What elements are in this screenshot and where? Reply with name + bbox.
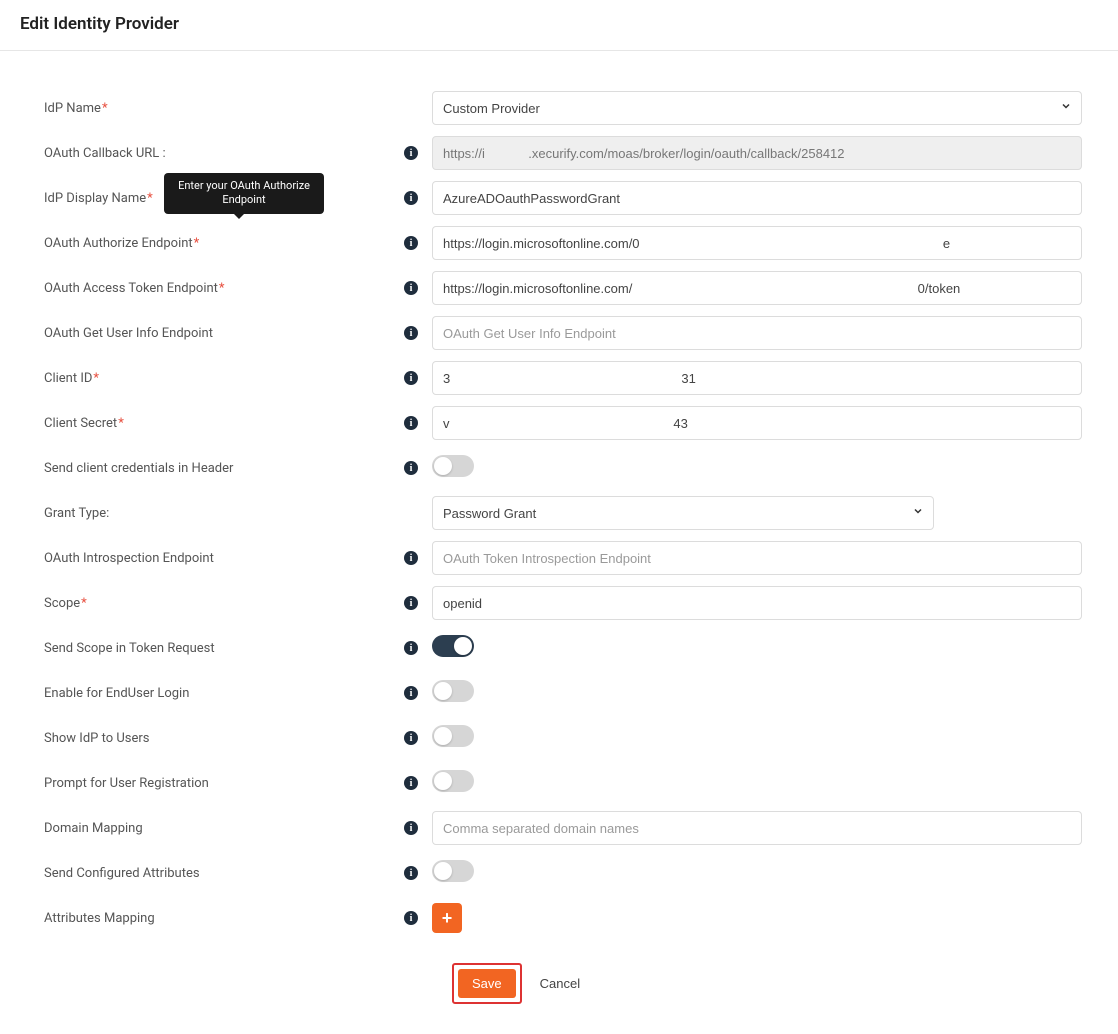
row-access-token-ep: OAuth Access Token Endpoint* i [44,271,1082,305]
required-asterisk: * [102,101,108,116]
info-icon[interactable]: i [404,326,418,340]
client-secret-input[interactable] [432,406,1082,440]
info-icon[interactable]: i [404,866,418,880]
row-scope-in-token: Send Scope in Token Request i [44,631,1082,665]
label-grant-type: Grant Type: [44,506,109,521]
form-body: IdP Name* Custom Provider OAuth Callback… [0,51,1118,1034]
required-asterisk: * [147,191,153,206]
toggle-creds-header[interactable] [432,455,474,477]
label-creds-header: Send client credentials in Header [44,461,233,476]
label-show-idp: Show IdP to Users [44,731,150,746]
access-token-ep-input[interactable] [432,271,1082,305]
row-client-secret: Client Secret* i [44,406,1082,440]
row-userinfo-ep: OAuth Get User Info Endpoint i [44,316,1082,350]
idp-name-select[interactable]: Custom Provider [432,91,1082,125]
row-client-id: Client ID* i [44,361,1082,395]
label-send-attrs: Send Configured Attributes [44,866,200,881]
label-client-id: Client ID [44,371,92,386]
info-icon[interactable]: i [404,911,418,925]
required-asterisk: * [93,371,99,386]
info-icon[interactable]: i [404,461,418,475]
row-introspection-ep: OAuth Introspection Endpoint i [44,541,1082,575]
label-display-name: IdP Display Name [44,191,146,206]
info-icon[interactable]: i [404,821,418,835]
row-attrs-mapping: Attributes Mapping i + [44,901,1082,935]
row-idp-name: IdP Name* Custom Provider [44,91,1082,125]
domain-mapping-input[interactable] [432,811,1082,845]
label-access-token-ep: OAuth Access Token Endpoint [44,281,218,296]
row-display-name: IdP Display Name* Enter your OAuth Autho… [44,181,1082,215]
row-grant-type: Grant Type: Password Grant [44,496,1082,530]
info-icon[interactable]: i [404,596,418,610]
introspection-ep-input[interactable] [432,541,1082,575]
label-attrs-mapping: Attributes Mapping [44,911,155,926]
required-asterisk: * [81,596,87,611]
info-icon[interactable]: i [404,776,418,790]
label-enduser-login: Enable for EndUser Login [44,686,189,701]
info-icon[interactable]: i [404,236,418,250]
tooltip-authorize: Enter your OAuth Authorize Endpoint [164,173,324,215]
label-prompt-reg: Prompt for User Registration [44,776,209,791]
authorize-ep-input[interactable] [432,226,1082,260]
row-show-idp: Show IdP to Users i [44,721,1082,755]
label-idp-name: IdP Name [44,101,101,116]
label-scope-in-token: Send Scope in Token Request [44,641,215,656]
row-prompt-reg: Prompt for User Registration i [44,766,1082,800]
footer-buttons: Save Cancel [44,963,1082,1004]
row-callback-url: OAuth Callback URL : i [44,136,1082,170]
toggle-scope-in-token[interactable] [432,635,474,657]
userinfo-ep-input[interactable] [432,316,1082,350]
info-icon[interactable]: i [404,551,418,565]
callback-url-input[interactable] [432,136,1082,170]
display-name-input[interactable] [432,181,1082,215]
save-highlight-box: Save [452,963,522,1004]
row-send-attrs: Send Configured Attributes i [44,856,1082,890]
row-domain-mapping: Domain Mapping i [44,811,1082,845]
info-icon[interactable]: i [404,146,418,160]
info-icon[interactable]: i [404,416,418,430]
row-enduser-login: Enable for EndUser Login i [44,676,1082,710]
info-icon[interactable]: i [404,686,418,700]
info-icon[interactable]: i [404,731,418,745]
row-scope: Scope* i [44,586,1082,620]
label-scope: Scope [44,596,80,611]
info-icon[interactable]: i [404,191,418,205]
cancel-button[interactable]: Cancel [534,975,586,992]
label-authorize-ep: OAuth Authorize Endpoint [44,236,193,251]
info-icon[interactable]: i [404,641,418,655]
required-asterisk: * [194,236,200,251]
scope-input[interactable] [432,586,1082,620]
info-icon[interactable]: i [404,371,418,385]
label-callback-url: OAuth Callback URL : [44,146,166,161]
toggle-enduser-login[interactable] [432,680,474,702]
required-asterisk: * [219,281,225,296]
toggle-show-idp[interactable] [432,725,474,747]
client-id-input[interactable] [432,361,1082,395]
row-creds-header: Send client credentials in Header i [44,451,1082,485]
label-client-secret: Client Secret [44,416,117,431]
info-icon[interactable]: i [404,281,418,295]
toggle-prompt-reg[interactable] [432,770,474,792]
page-title: Edit Identity Provider [20,14,1098,34]
label-userinfo-ep: OAuth Get User Info Endpoint [44,326,213,341]
save-button[interactable]: Save [458,969,516,998]
label-domain-mapping: Domain Mapping [44,821,143,836]
add-attribute-button[interactable]: + [432,903,462,933]
required-asterisk: * [118,416,124,431]
row-authorize-ep: OAuth Authorize Endpoint* i [44,226,1082,260]
titlebar: Edit Identity Provider [0,0,1118,51]
grant-type-select[interactable]: Password Grant [432,496,934,530]
toggle-send-attrs[interactable] [432,860,474,882]
label-introspection-ep: OAuth Introspection Endpoint [44,551,214,566]
